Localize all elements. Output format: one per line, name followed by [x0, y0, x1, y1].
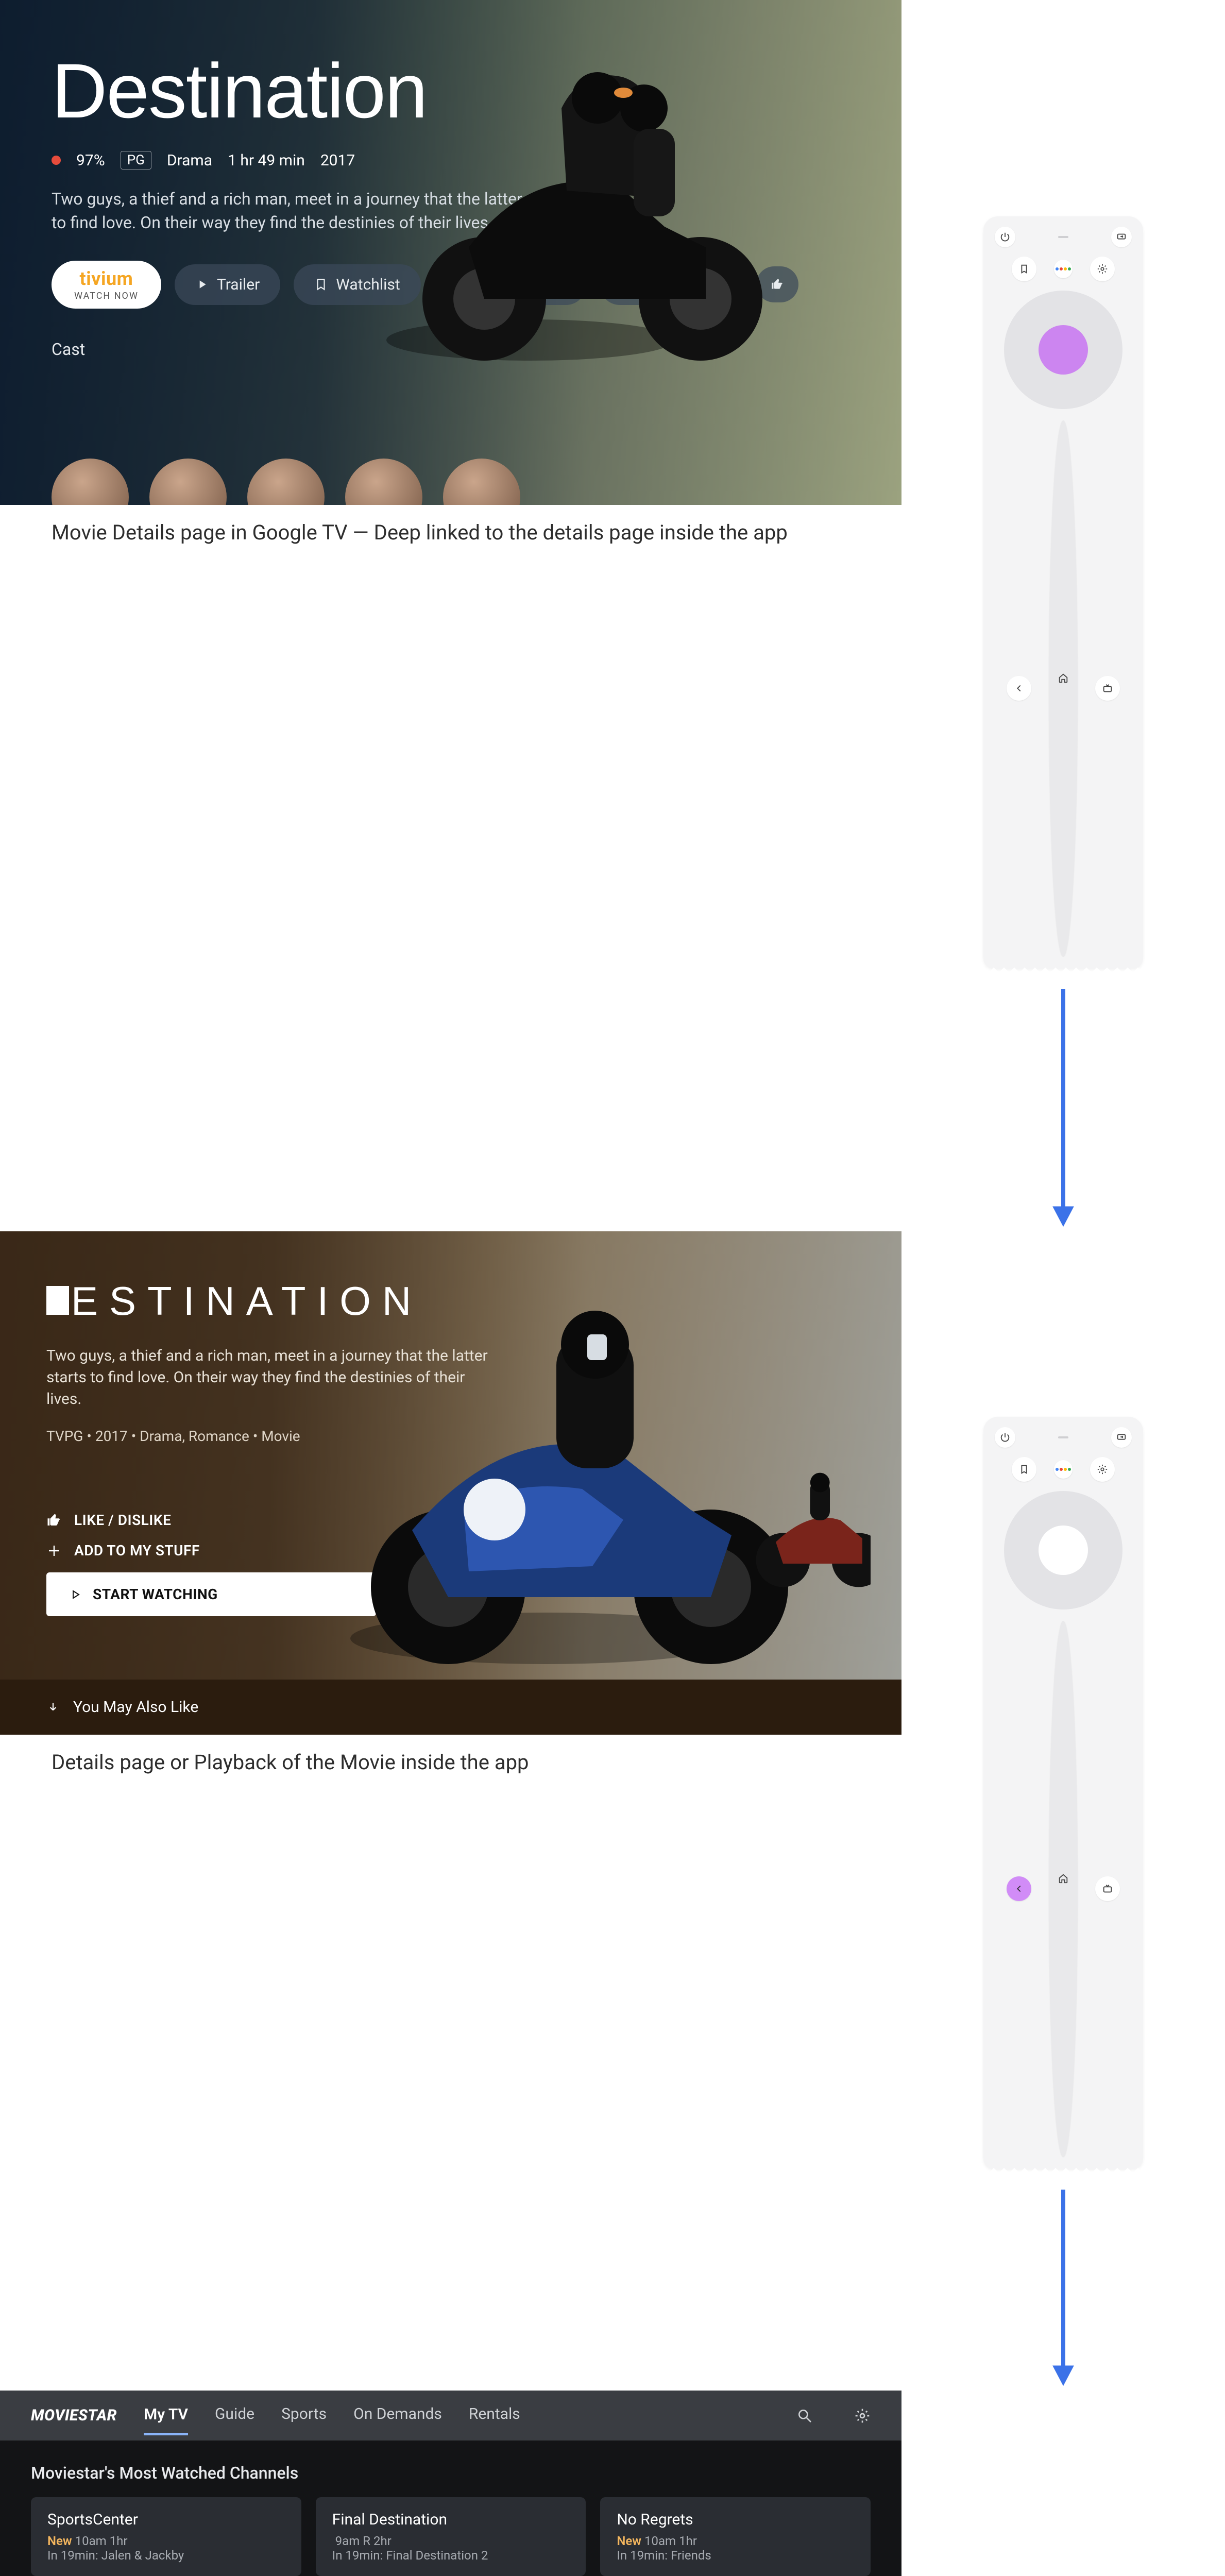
live-tv-button[interactable]	[1095, 676, 1120, 701]
dpad[interactable]	[1004, 1491, 1122, 1609]
cast-row	[52, 459, 520, 505]
input-button[interactable]	[1111, 227, 1132, 247]
card-next: In 19min: Final Destination 2	[332, 2548, 570, 2563]
top-nav: MOVIESTAR My TV Guide Sports On Demands …	[0, 2391, 901, 2441]
genre: Drama	[167, 151, 212, 170]
section-most-watched: Moviestar's Most Watched Channels	[0, 2441, 901, 2497]
remote-control-2	[983, 1417, 1143, 2169]
search-icon[interactable]	[796, 2408, 813, 2424]
home-button[interactable]	[1049, 1621, 1078, 2157]
year: 2017	[320, 151, 355, 170]
channel-card[interactable]: SportsCenter New10am 1hr In 19min: Jalen…	[31, 2497, 301, 2576]
card-title: SportsCenter	[47, 2511, 285, 2529]
app-details: ESTINATION Two guys, a thief and a rich …	[0, 1231, 901, 1735]
card-time: 10am 1hr	[75, 2534, 128, 2548]
new-badge: New	[617, 2534, 641, 2548]
caption-2: Details page or Playback of the Movie in…	[0, 1735, 901, 1805]
dpad[interactable]	[1004, 291, 1122, 409]
assistant-button[interactable]	[1054, 260, 1073, 278]
home-button[interactable]	[1049, 420, 1078, 956]
watch-now-button[interactable]: tivium WATCH NOW	[52, 261, 161, 309]
settings-button[interactable]	[1090, 257, 1115, 281]
flow-arrow-2	[1043, 2184, 1084, 2391]
play-icon	[195, 278, 209, 291]
live-tv-button[interactable]	[1095, 1876, 1120, 1901]
start-label: START WATCHING	[93, 1586, 218, 1603]
flow-arrow-1	[1043, 984, 1084, 1231]
new-badge: New	[47, 2534, 72, 2548]
input-button[interactable]	[1111, 1427, 1132, 1448]
power-button[interactable]	[995, 1427, 1015, 1448]
tab-my-tv[interactable]: My TV	[144, 2405, 188, 2435]
pg-badge: PG	[121, 151, 151, 170]
provider-brand: tivium	[80, 268, 133, 290]
caption-1: Movie Details page in Google TV — Deep l…	[0, 505, 901, 575]
card-time: 10am 1hr	[644, 2534, 697, 2548]
remote-control-1	[983, 216, 1143, 969]
brand-logo: MOVIESTAR	[31, 2406, 117, 2425]
plus-icon	[46, 1543, 62, 1558]
bookmark-button[interactable]	[1012, 1457, 1036, 1482]
card-title: Final Destination	[332, 2511, 570, 2529]
runtime: 1 hr 49 min	[228, 151, 305, 170]
arrow-down-icon	[46, 1701, 60, 1714]
title-initial-block	[46, 1286, 69, 1315]
tab-on-demands[interactable]: On Demands	[353, 2405, 442, 2426]
provider-sub: WATCH NOW	[74, 291, 139, 301]
power-button[interactable]	[995, 227, 1015, 247]
like-label: LIKE / DISLIKE	[74, 1512, 171, 1529]
tomato-icon	[52, 156, 61, 165]
google-tv-details: Destination 97% PG Drama 1 hr 49 min 201…	[0, 0, 901, 505]
app-home: MOVIESTAR My TV Guide Sports On Demands …	[0, 2391, 901, 2576]
mic-indicator	[1058, 236, 1068, 238]
tab-rentals[interactable]: Rentals	[469, 2405, 520, 2426]
tab-guide[interactable]: Guide	[215, 2405, 254, 2426]
bookmark-button[interactable]	[1012, 257, 1036, 281]
youmay-label: You May Also Like	[73, 1698, 198, 1716]
rating-percent: 97%	[76, 151, 105, 170]
gear-icon[interactable]	[854, 2408, 871, 2424]
trailer-button[interactable]: Trailer	[175, 264, 280, 305]
ok-button[interactable]	[1039, 1526, 1088, 1575]
trailer-label: Trailer	[217, 276, 260, 294]
thumb-up-icon	[46, 1513, 62, 1528]
hero-art-motorcycle	[376, 31, 840, 392]
channel-card[interactable]: No Regrets New10am 1hr In 19min: Friends	[600, 2497, 871, 2576]
card-title: No Regrets	[617, 2511, 854, 2529]
card-next: In 19min: Friends	[617, 2548, 854, 2563]
tab-sports[interactable]: Sports	[281, 2405, 327, 2426]
assistant-button[interactable]	[1054, 1460, 1073, 1479]
card-time: 9am R 2hr	[335, 2534, 392, 2548]
start-watching-button[interactable]: START WATCHING	[46, 1572, 376, 1616]
card-next: In 19min: Jalen & Jackby	[47, 2548, 285, 2563]
you-may-also-like[interactable]: You May Also Like	[0, 1680, 901, 1735]
add-label: ADD TO MY STUFF	[74, 1542, 200, 1559]
ok-button[interactable]	[1039, 325, 1088, 375]
settings-button[interactable]	[1090, 1457, 1115, 1482]
mic-indicator	[1058, 1436, 1068, 1438]
bookmark-icon	[314, 278, 328, 291]
hero-art-motorcycle-2	[330, 1288, 871, 1680]
channel-card[interactable]: Final Destination 9am R 2hr In 19min: Fi…	[316, 2497, 586, 2576]
back-button[interactable]	[1007, 676, 1031, 701]
back-button-highlighted[interactable]	[1007, 1876, 1031, 1901]
play-outline-icon	[69, 1588, 81, 1601]
